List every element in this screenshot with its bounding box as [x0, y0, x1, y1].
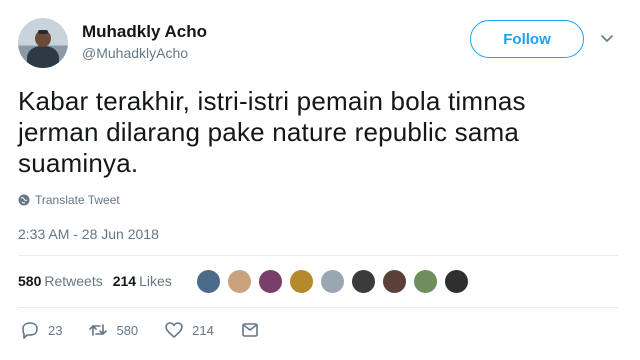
liker-avatar[interactable]	[412, 268, 438, 294]
envelope-icon	[242, 323, 258, 337]
user-handle[interactable]: @MuhadklyAcho	[82, 45, 188, 61]
tweet-text: Kabar terakhir, istri-istri pemain bola …	[18, 86, 618, 179]
retweets-count: 580	[18, 273, 42, 289]
liker-avatar[interactable]	[443, 268, 469, 294]
tweet-stats: 580 Retweets 214 Likes	[18, 262, 475, 300]
tweet-line: suaminya.	[18, 148, 139, 178]
retweet-button[interactable]: 580	[88, 320, 138, 340]
tweet-line: Kabar terakhir, istri-istri pemain bola …	[18, 86, 526, 116]
liker-avatar[interactable]	[257, 268, 283, 294]
like-button[interactable]: 214	[164, 320, 214, 340]
retweets-stat[interactable]: 580 Retweets	[18, 273, 103, 289]
reply-icon	[22, 322, 38, 339]
liker-avatar[interactable]	[288, 268, 314, 294]
retweets-label: Retweets	[44, 273, 103, 289]
retweet-count: 580	[116, 322, 139, 338]
like-count: 214	[192, 322, 214, 338]
chevron-down-icon[interactable]	[598, 30, 616, 48]
avatar[interactable]	[18, 18, 68, 68]
divider	[18, 255, 618, 256]
likes-stat[interactable]: 214 Likes	[113, 273, 172, 289]
translate-label: Translate Tweet	[35, 193, 120, 207]
tweet-line: jerman dilarang pake nature republic sam…	[18, 117, 520, 147]
globe-icon	[18, 194, 30, 206]
retweet-icon	[89, 324, 108, 336]
liker-avatars	[195, 268, 475, 294]
avatar-body	[27, 46, 59, 68]
liker-avatar[interactable]	[350, 268, 376, 294]
likes-count: 214	[112, 273, 137, 289]
follow-button[interactable]: Follow	[470, 20, 584, 58]
heart-icon	[165, 322, 183, 338]
avatar-hair	[38, 30, 48, 34]
liker-avatar[interactable]	[381, 268, 407, 294]
liker-avatar[interactable]	[195, 268, 221, 294]
reply-button[interactable]: 23	[20, 320, 62, 340]
direct-message-button[interactable]	[240, 320, 260, 340]
liker-avatar[interactable]	[319, 268, 345, 294]
reply-count: 23	[48, 322, 63, 338]
liker-avatar[interactable]	[226, 268, 252, 294]
divider	[18, 307, 618, 308]
tweet-header: Muhadkly Acho @MuhadklyAcho Follow	[18, 16, 622, 72]
tweet-actions: 23 580 214	[20, 318, 286, 342]
tweet-timestamp[interactable]: 2:33 AM - 28 Jun 2018	[18, 226, 159, 242]
translate-tweet-link[interactable]: Translate Tweet	[18, 192, 120, 208]
likes-label: Likes	[139, 273, 172, 289]
user-name[interactable]: Muhadkly Acho	[82, 22, 207, 42]
